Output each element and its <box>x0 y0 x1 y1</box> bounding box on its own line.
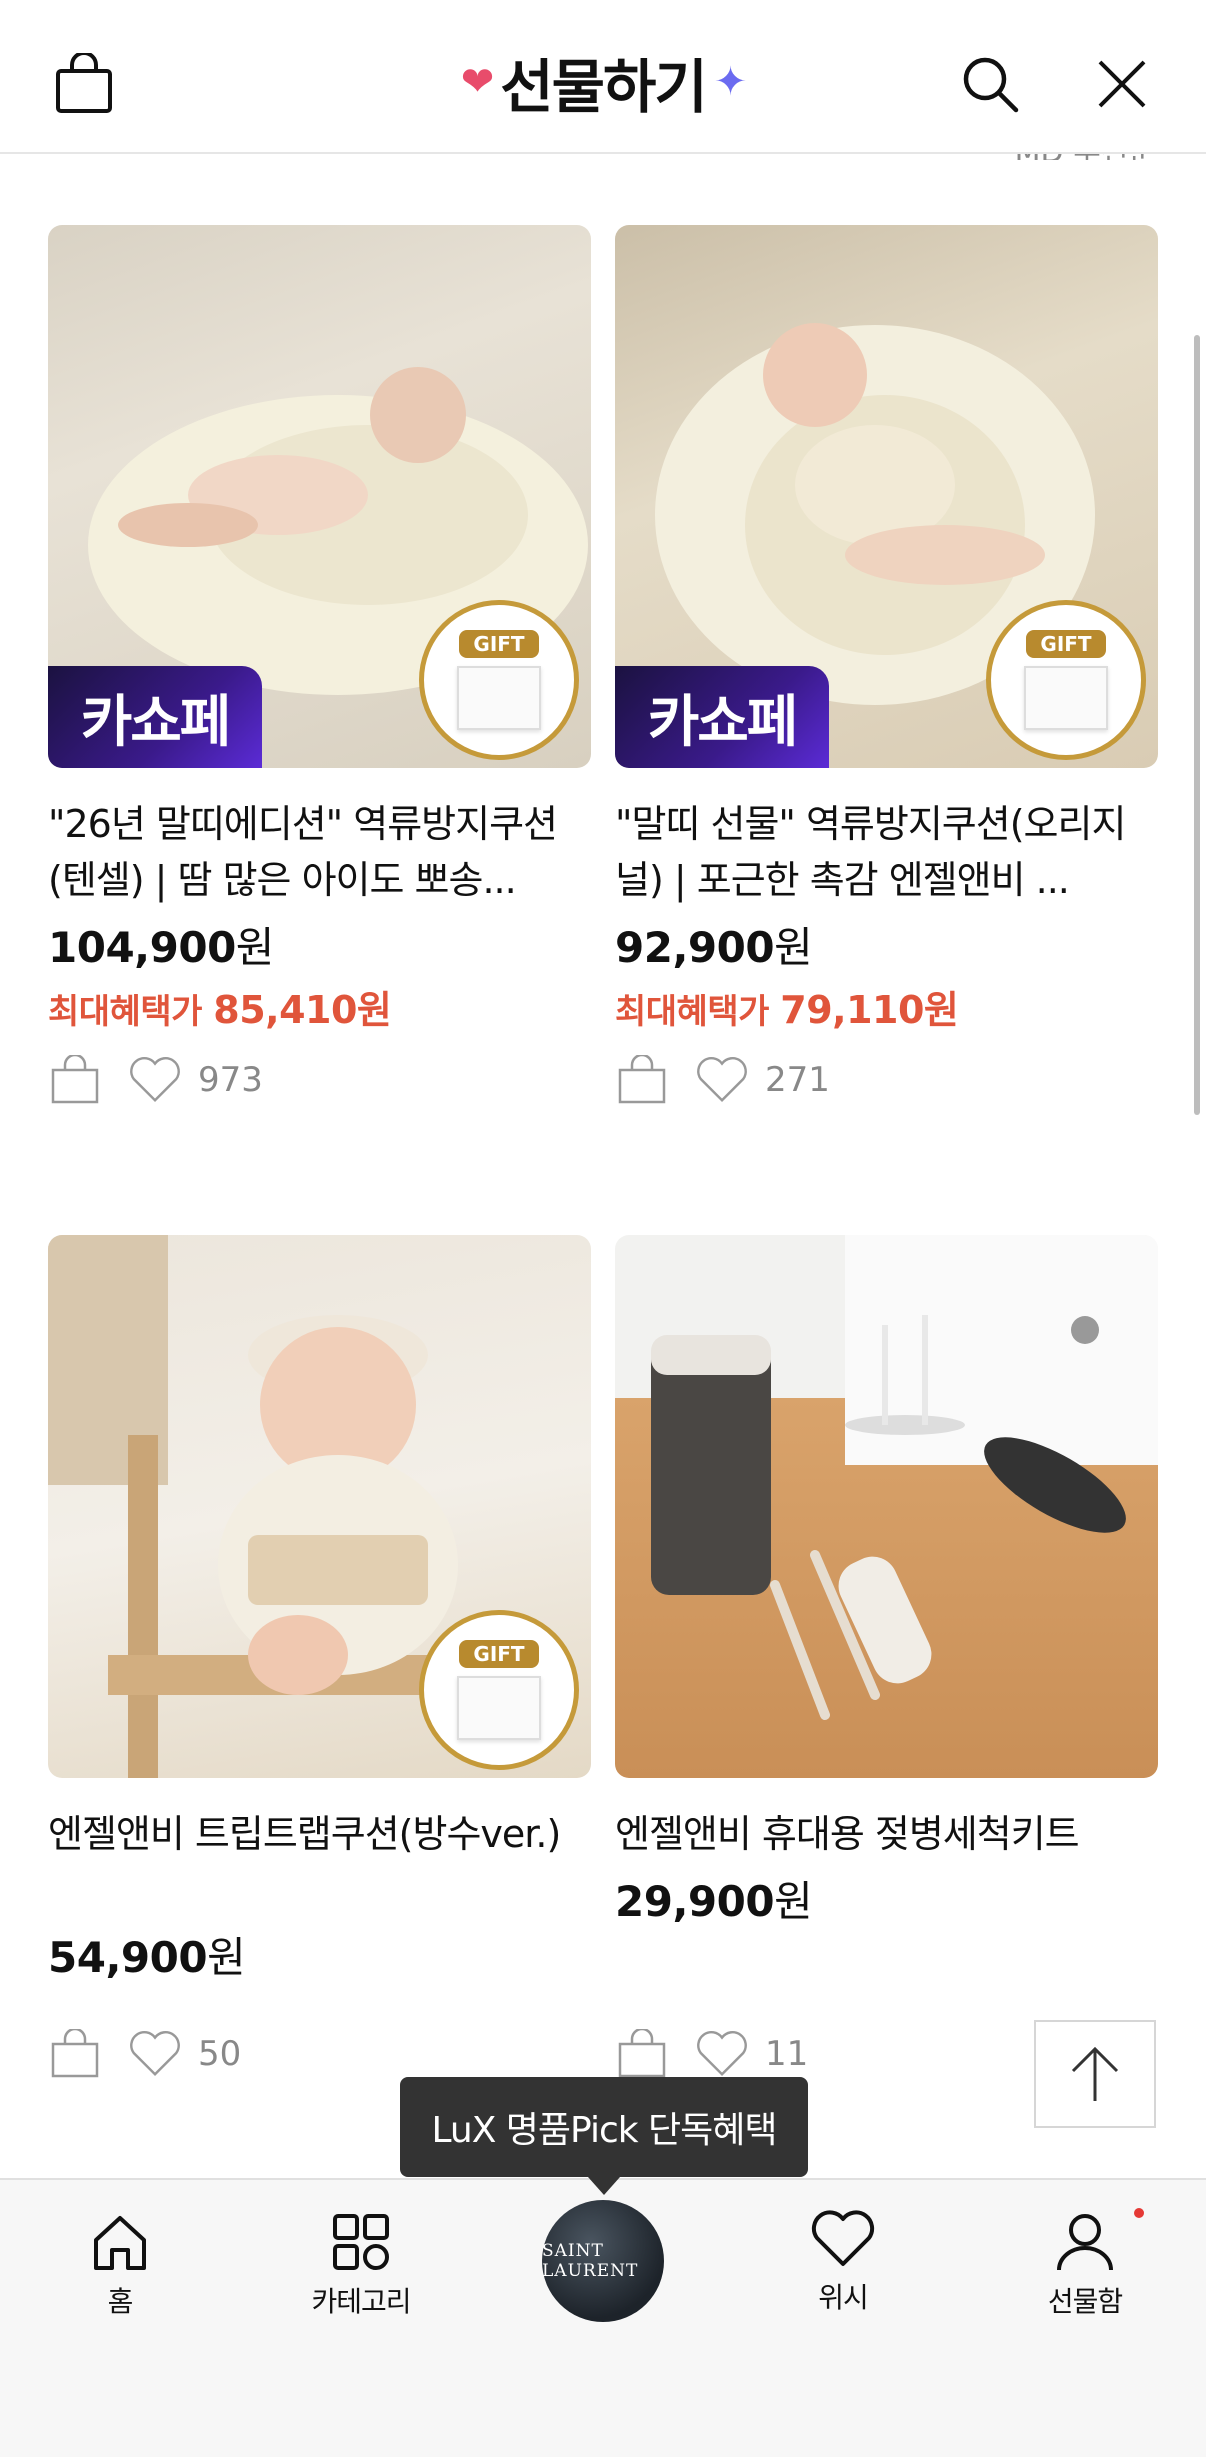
nav-home[interactable]: 홈 <box>20 2210 220 2320</box>
promo-tooltip[interactable]: LuX 명품Pick 단독혜택 <box>400 2077 808 2195</box>
nav-wish-label: 위시 <box>818 2281 869 2314</box>
product-actions: 973 <box>48 1053 263 1107</box>
product-name[interactable]: 엔젤앤비 트립트랩쿠션(방수ver.) <box>48 1806 591 1918</box>
benefit-value: 79,110원 <box>780 988 959 1032</box>
home-icon <box>94 2216 146 2270</box>
product-image[interactable] <box>615 1235 1158 1778</box>
benefit-price: 최대혜택가 79,110원 <box>615 979 1158 1034</box>
product-price: 54,900원 <box>48 1924 591 1985</box>
gift-tag: GIFT <box>459 1640 539 1668</box>
product-image[interactable]: 카쇼페 GIFT <box>48 225 591 768</box>
app-header: ❤ 선물하기 ✦ <box>0 0 1206 154</box>
price-value: 29,900 <box>615 1877 775 1926</box>
like-count: 11 <box>765 2034 809 2074</box>
gift-box-icon <box>1024 666 1108 730</box>
price-value: 104,900 <box>48 923 236 972</box>
page-title-text: 선물하기 <box>500 53 707 121</box>
kashope-badge: 카쇼페 <box>615 666 829 768</box>
benefit-label: 최대혜택가 <box>48 992 202 1032</box>
heart-icon[interactable] <box>128 2027 182 2081</box>
like-count: 973 <box>198 1060 263 1100</box>
price-value: 54,900 <box>48 1933 208 1982</box>
scroll-top-button[interactable] <box>1034 2020 1156 2128</box>
scrollbar[interactable] <box>1194 335 1200 1115</box>
product-image[interactable]: GIFT <box>48 1235 591 1778</box>
nav-giftbox-label: 선물함 <box>1047 2285 1123 2318</box>
benefit-value: 85,410원 <box>213 988 392 1032</box>
product-price: 92,900원 <box>615 914 1158 975</box>
product-actions: 271 <box>615 1053 830 1107</box>
sparkle-deco-icon: ✦ <box>713 59 747 105</box>
close-icon[interactable] <box>1090 52 1154 116</box>
price-unit: 원 <box>774 1877 813 1926</box>
gift-tag: GIFT <box>459 630 539 658</box>
grid-icon <box>333 2214 389 2270</box>
product-price: 104,900원 <box>48 914 591 975</box>
product-actions: 50 <box>48 2027 241 2081</box>
nav-giftbox[interactable]: 선물함 <box>985 2210 1185 2320</box>
heart-deco-icon: ❤ <box>460 59 494 105</box>
gift-box-icon <box>457 1676 541 1740</box>
product-card[interactable]: 엔젤앤비 휴대용 젖병세척키트 29,900원 11 <box>615 1235 1158 2078</box>
shopping-bag-icon[interactable] <box>48 2027 102 2081</box>
product-name[interactable]: 엔젤앤비 휴대용 젖병세척키트 <box>615 1806 1158 1862</box>
brand-logo-button[interactable]: SAINT LAURENT <box>542 2200 664 2322</box>
product-card[interactable]: 카쇼페 GIFT "말띠 선물" 역류방지쿠션(오리지널) | 포근한 촉감 엔… <box>615 225 1158 1104</box>
like-count: 271 <box>765 1060 830 1100</box>
heart-icon <box>811 2210 875 2266</box>
page-title: ❤ 선물하기 ✦ <box>0 40 1206 124</box>
product-card[interactable]: GIFT 엔젤앤비 트립트랩쿠션(방수ver.) 54,900원 50 <box>48 1235 591 2078</box>
nav-home-label: 홈 <box>107 2285 134 2318</box>
product-image[interactable]: 카쇼페 GIFT <box>615 225 1158 768</box>
product-actions: 11 <box>615 2027 808 2081</box>
gift-badge: GIFT <box>419 600 579 760</box>
nav-category[interactable]: 카테고리 <box>261 2210 461 2320</box>
nav-wish[interactable]: 위시 <box>743 2210 943 2316</box>
search-icon[interactable] <box>958 52 1022 116</box>
price-unit: 원 <box>207 1933 246 1982</box>
gift-tag: GIFT <box>1026 630 1106 658</box>
shopping-bag-icon[interactable] <box>615 1053 669 1107</box>
like-count: 50 <box>198 2034 242 2074</box>
arrow-up-icon <box>1071 2046 1119 2101</box>
shopping-bag-icon[interactable] <box>615 2027 669 2081</box>
notification-dot <box>1134 2208 1144 2218</box>
bottle-cleaning-kit-illustration <box>651 1235 1158 1720</box>
kashope-badge: 카쇼페 <box>48 666 262 768</box>
nav-category-label: 카테고리 <box>311 2285 411 2318</box>
bottom-nav: 홈 카테고리 SAINT LAURENT 위시 선물함 <box>0 2178 1206 2457</box>
benefit-label: 최대혜택가 <box>615 992 769 1032</box>
shopping-bag-icon[interactable] <box>48 1053 102 1107</box>
price-value: 92,900 <box>615 923 775 972</box>
user-icon <box>1057 2214 1113 2271</box>
benefit-price: 최대혜택가 85,410원 <box>48 979 591 1034</box>
product-name[interactable]: "26년 말띠에디션" 역류방지쿠션(텐셀) | 땀 많은 아이도 뽀송... <box>48 796 591 908</box>
heart-icon[interactable] <box>695 2027 749 2081</box>
product-card[interactable]: 카쇼페 GIFT "26년 말띠에디션" 역류방지쿠션(텐셀) | 땀 많은 아… <box>48 225 591 1104</box>
gift-badge: GIFT <box>986 600 1146 760</box>
price-unit: 원 <box>235 923 275 972</box>
heart-icon[interactable] <box>128 1053 182 1107</box>
gift-box-icon <box>457 666 541 730</box>
heart-icon[interactable] <box>695 1053 749 1107</box>
gift-badge: GIFT <box>419 1610 579 1770</box>
product-price: 29,900원 <box>615 1868 1158 1929</box>
price-unit: 원 <box>774 923 813 972</box>
product-name[interactable]: "말띠 선물" 역류방지쿠션(오리지널) | 포근한 촉감 엔젤앤비 ... <box>615 796 1158 908</box>
